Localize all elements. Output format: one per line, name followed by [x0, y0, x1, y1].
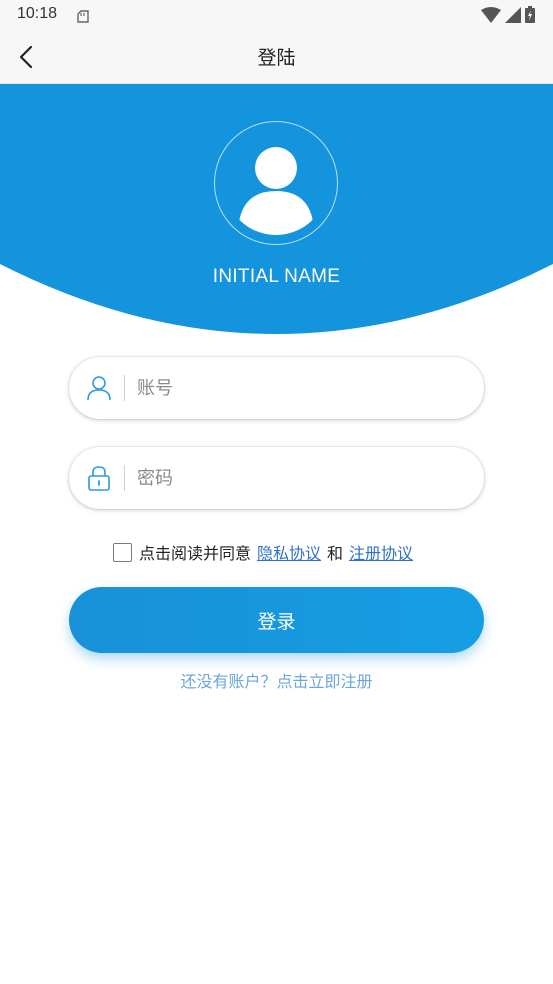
agreement-conjunction: 和	[327, 544, 344, 563]
password-input[interactable]	[137, 459, 467, 497]
battery-icon	[525, 6, 535, 27]
privacy-policy-link[interactable]: 隐私协议	[257, 540, 321, 564]
status-time: 10:18	[17, 5, 58, 22]
profile-name: INITIAL NAME	[212, 266, 341, 287]
signal-icon	[505, 6, 521, 27]
user-avatar-icon[interactable]	[224, 131, 328, 235]
agreement-row: 点击阅读并同意 隐私协议 和 注册协议	[113, 540, 419, 564]
notification-icon	[76, 8, 90, 27]
login-button[interactable]: 登录	[69, 587, 484, 653]
agreement-prefix: 点击阅读并同意	[139, 544, 252, 563]
status-bar: 10:18	[0, 0, 553, 30]
app-bar: 登陆	[0, 30, 553, 84]
status-icons	[481, 6, 535, 27]
registration-agreement-link[interactable]: 注册协议	[349, 540, 413, 564]
user-icon	[85, 374, 113, 402]
field-divider	[124, 375, 125, 401]
login-screen: 10:18 登陆 INITIAL NAME 账号 点击阅读并同意 隐私协议 和 …	[0, 0, 553, 984]
password-field[interactable]	[69, 447, 484, 509]
field-divider	[124, 465, 125, 491]
account-input[interactable]	[137, 369, 467, 407]
agreement-checkbox[interactable]	[113, 542, 132, 562]
account-field[interactable]	[69, 357, 484, 419]
wifi-icon	[481, 6, 501, 27]
register-link[interactable]: 还没有账户？点击立即注册	[0, 668, 553, 692]
page-title: 登陆	[257, 47, 296, 69]
lock-icon	[85, 464, 113, 492]
